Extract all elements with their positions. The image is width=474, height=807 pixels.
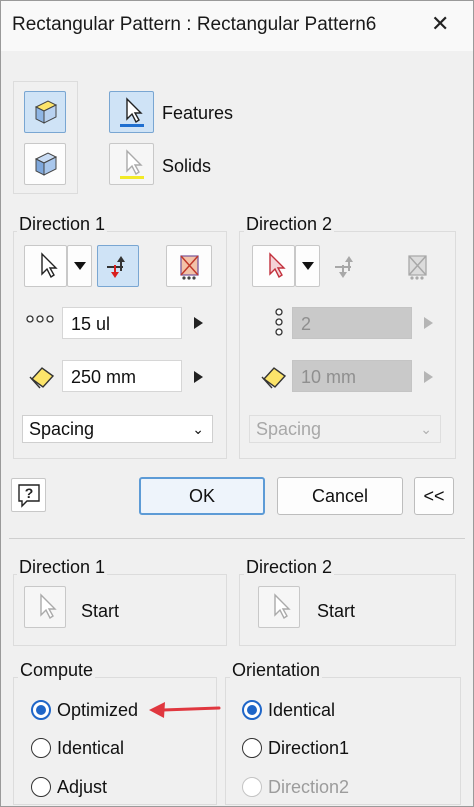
flip-direction-icon (335, 256, 353, 278)
orientation-direction1-radio[interactable] (242, 738, 262, 758)
flip-direction-icon (107, 256, 125, 278)
direction2-midplane-button[interactable] (394, 245, 440, 287)
orientation-direction2-label[interactable]: Direction2 (268, 777, 349, 798)
orientation-identical-radio[interactable] (242, 700, 262, 720)
orientation-identical-label[interactable]: Identical (268, 700, 335, 721)
direction1-start-button[interactable] (24, 586, 66, 628)
direction1-dropdown-button[interactable] (67, 245, 92, 287)
direction2-path-select-button[interactable] (252, 245, 295, 287)
chevron-down-icon (73, 262, 86, 270)
cursor-select-icon (119, 97, 144, 127)
compute-adjust-label[interactable]: Adjust (57, 777, 107, 798)
direction1-count-field[interactable]: 15 ul (62, 307, 182, 339)
cursor-select-icon (119, 149, 144, 179)
midplane-icon (180, 255, 199, 280)
solids-select-button[interactable] (109, 143, 154, 185)
chevron-down-icon: ⌄ (420, 421, 432, 437)
section-divider (9, 538, 465, 539)
help-icon: ? (17, 484, 40, 508)
chevron-down-icon: ⌄ (192, 421, 204, 437)
cancel-button[interactable]: Cancel (277, 477, 403, 515)
close-icon[interactable]: ✕ (431, 13, 449, 35)
direction1-count-arrow-icon[interactable] (194, 317, 203, 329)
direction1-spacing-field[interactable]: 250 mm (62, 360, 182, 392)
help-glyph: ? (24, 485, 33, 501)
chevron-down-icon (301, 262, 314, 270)
direction2-count-arrow-icon[interactable] (424, 317, 433, 329)
direction1-method-value: Spacing (29, 419, 95, 439)
direction2-start-button[interactable] (258, 586, 300, 628)
direction1-path-select-button[interactable] (24, 245, 67, 287)
window-title: Rectangular Pattern : Rectangular Patter… (12, 14, 377, 35)
direction2-spacing-field[interactable]: 10 mm (292, 360, 412, 392)
compute-optimized-radio[interactable] (31, 700, 51, 720)
pattern-solids-button[interactable] (24, 143, 66, 185)
midplane-icon (408, 255, 427, 280)
direction2-dropdown-button[interactable] (295, 245, 320, 287)
compute-title: Compute (18, 660, 96, 681)
features-select-button[interactable] (109, 91, 154, 133)
compute-adjust-radio[interactable] (31, 777, 51, 797)
dialog-window: Rectangular Pattern : Rectangular Patter… (0, 0, 474, 807)
direction1-title: Direction 1 (17, 214, 108, 235)
solids-label: Solids (162, 156, 212, 176)
direction1-start-label: Start (81, 601, 120, 621)
direction1-spacing-arrow-icon[interactable] (194, 371, 203, 383)
occurrence-count-icon (275, 308, 283, 336)
more-direction2-title: Direction 2 (244, 557, 335, 578)
orientation-direction2-radio[interactable] (242, 777, 262, 797)
occurrence-count-icon (26, 315, 54, 323)
direction2-title: Direction 2 (244, 214, 335, 235)
feature-pattern-icon (34, 100, 58, 124)
compute-identical-radio[interactable] (31, 738, 51, 758)
cursor-select-icon (274, 593, 291, 620)
annotation-arrow-icon (149, 702, 221, 718)
features-label: Features (162, 103, 234, 123)
cursor-select-icon (268, 252, 286, 279)
spacing-distance-icon (261, 367, 287, 389)
compute-optimized-label[interactable]: Optimized (57, 700, 138, 721)
direction2-method-select[interactable]: Spacing ⌄ (249, 415, 441, 443)
orientation-direction1-label[interactable]: Direction1 (268, 738, 349, 759)
direction2-start-label: Start (317, 601, 356, 621)
direction1-midplane-button[interactable] (166, 245, 212, 287)
direction1-flip-button[interactable] (97, 245, 139, 287)
direction2-flip-button[interactable] (325, 245, 367, 287)
direction2-spacing-arrow-icon[interactable] (424, 371, 433, 383)
more-direction1-title: Direction 1 (17, 557, 108, 578)
cursor-select-icon (40, 252, 58, 279)
direction2-method-value: Spacing (256, 419, 322, 439)
compute-identical-label[interactable]: Identical (57, 738, 124, 759)
direction2-count-field[interactable]: 2 (292, 307, 412, 339)
direction1-method-select[interactable]: Spacing ⌄ (22, 415, 213, 443)
help-button[interactable]: ? (11, 478, 46, 512)
title-bar: Rectangular Pattern : Rectangular Patter… (1, 1, 473, 51)
orientation-title: Orientation (230, 660, 323, 681)
pattern-features-button[interactable] (24, 91, 66, 133)
solid-pattern-icon (34, 152, 58, 176)
ok-button[interactable]: OK (139, 477, 265, 515)
spacing-distance-icon (29, 367, 55, 389)
cursor-select-icon (40, 593, 57, 620)
more-less-button[interactable]: << (414, 477, 454, 515)
